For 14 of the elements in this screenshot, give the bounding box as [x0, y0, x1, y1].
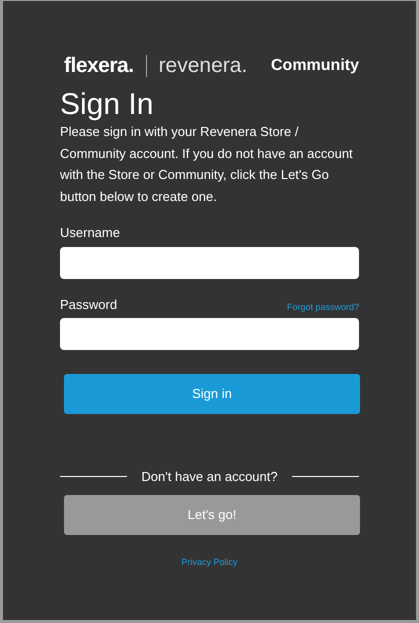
brand-logo: revenera. [158, 53, 248, 80]
page-title: Sign In [60, 88, 154, 121]
section-title: Community [271, 56, 359, 76]
divider-text: Don't have an account? [140, 468, 279, 486]
input-field[interactable] [60, 246, 359, 278]
field-label: Password [60, 296, 118, 314]
forgot-password-link[interactable]: Forgot password? [286, 300, 359, 314]
brand-logo: flexera. [64, 53, 134, 80]
field-label: Username [60, 224, 120, 242]
register-button[interactable]: Let's go! [64, 494, 360, 534]
privacy-policy-link[interactable]: Privacy Policy [181, 556, 238, 566]
input-field[interactable] [60, 318, 359, 350]
intro-text: Please sign in with your Revenera Store / Community account. If you do not have an account with the Store or Community, click the Let's Go button below to create one. [60, 123, 354, 206]
sign-in-button[interactable]: Sign in [64, 374, 360, 414]
